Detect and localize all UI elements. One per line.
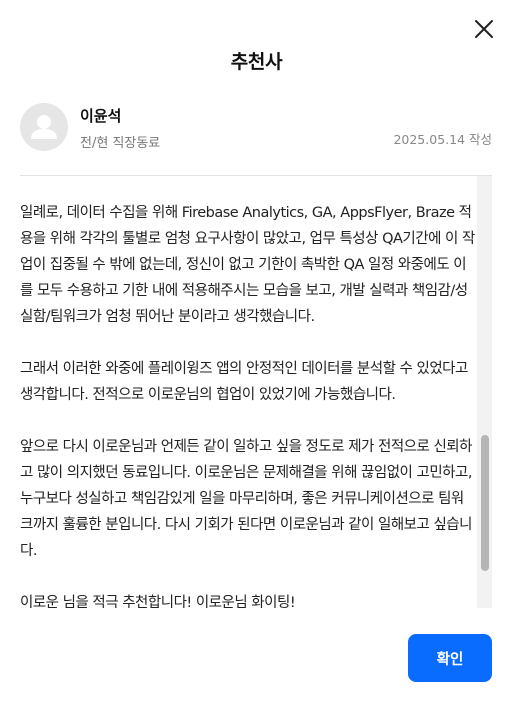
paragraph: 이로운 님을 적극 추천합니다! 이로운님 화이팅! — [20, 595, 296, 608]
confirm-button[interactable]: 확인 — [408, 634, 492, 682]
recommender-name: 이윤석 — [80, 107, 122, 125]
close-button[interactable] — [472, 17, 496, 41]
recommendation-text: 일례로, 데이터 수집을 위해 Firebase Analytics, GA, … — [20, 200, 476, 608]
dialog-title: 추천사 — [230, 51, 283, 73]
scrollbar-thumb[interactable] — [481, 435, 489, 571]
paragraph: 일례로, 데이터 수집을 위해 Firebase Analytics, GA, … — [20, 205, 475, 325]
recommender-relation: 전/현 직장동료 — [80, 136, 161, 151]
written-date: 2025.05.14 작성 — [393, 132, 492, 147]
paragraph: 앞으로 다시 이로운님과 언제든 같이 일하고 싶을 정도로 제가 전적으로 신… — [20, 439, 477, 559]
recommendation-content-scroll[interactable]: 일례로, 데이터 수집을 위해 Firebase Analytics, GA, … — [20, 176, 492, 608]
recommendation-dialog: 추천사 이윤석 전/현 직장동료 2025.05.14 작성 일례로, 데이터 … — [0, 0, 513, 706]
user-avatar-icon — [31, 115, 57, 139]
recommender-profile: 이윤석 전/현 직장동료 2025.05.14 작성 — [20, 100, 492, 160]
close-icon — [475, 20, 493, 38]
paragraph: 그래서 이러한 와중에 플레이윙즈 앱의 안정적인 데이터를 분석할 수 있었다… — [20, 361, 472, 403]
avatar — [20, 103, 68, 151]
